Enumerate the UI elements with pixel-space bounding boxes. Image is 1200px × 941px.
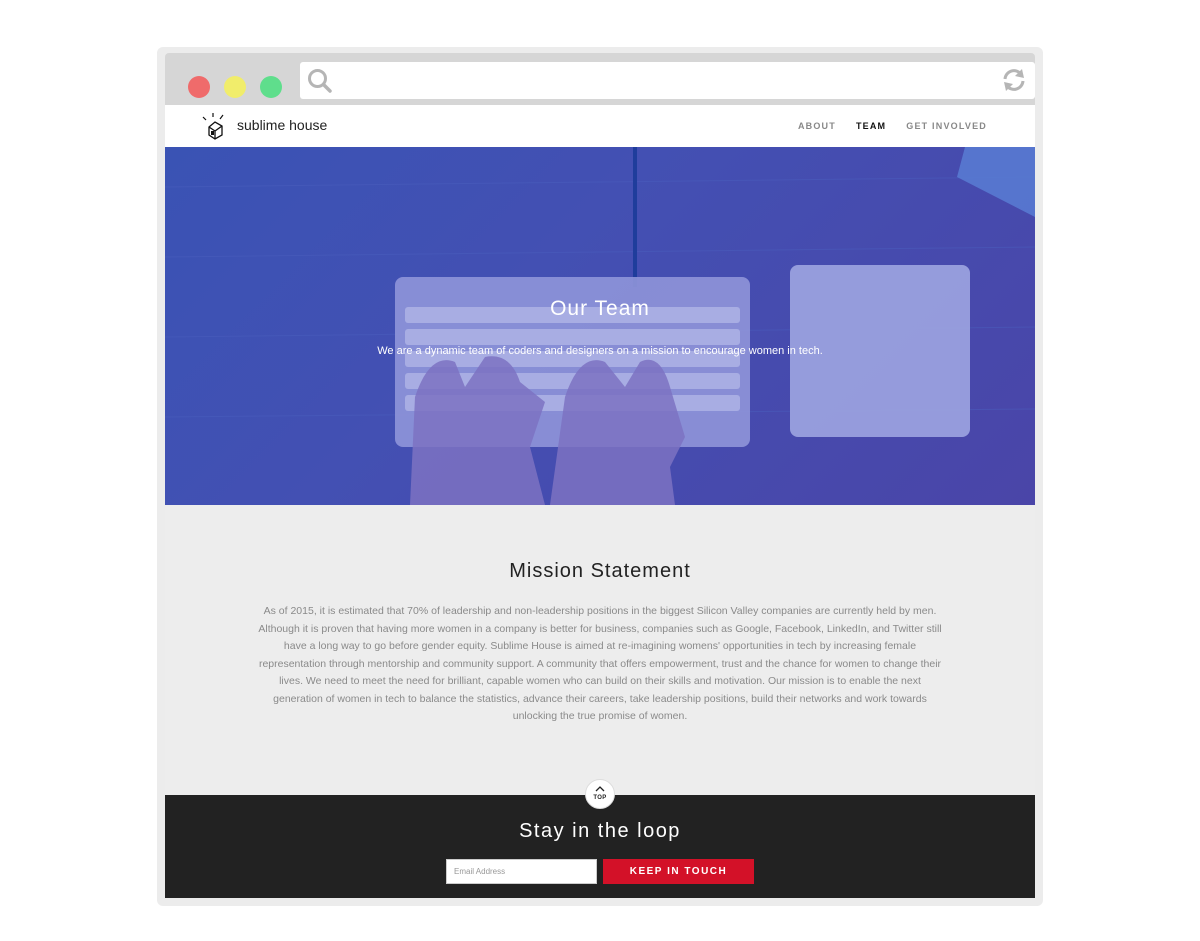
newsletter-footer: Stay in the loop KEEP IN TOUCH xyxy=(165,795,1035,898)
hero-title: Our Team xyxy=(550,297,650,320)
browser-toolbar xyxy=(165,53,1035,105)
hero-subtitle: We are a dynamic team of coders and desi… xyxy=(377,345,823,357)
mission-body: As of 2015, it is estimated that 70% of … xyxy=(258,605,942,722)
site-nav: sublime house ABOUT TEAM GET INVOLVED xyxy=(165,105,1035,147)
keep-in-touch-button[interactable]: KEEP IN TOUCH xyxy=(603,859,754,884)
hero-background-image xyxy=(165,147,1035,505)
minimize-dot[interactable] xyxy=(224,76,246,98)
chevron-up-icon xyxy=(595,786,605,792)
browser-window: sublime house ABOUT TEAM GET INVOLVED Ou… xyxy=(157,47,1043,906)
nav-link-get-involved[interactable]: GET INVOLVED xyxy=(906,121,987,131)
hero-banner: Our Team We are a dynamic team of coders… xyxy=(165,147,1035,505)
back-to-top-label: TOP xyxy=(593,795,607,801)
brand-name[interactable]: sublime house xyxy=(237,117,327,133)
website: sublime house ABOUT TEAM GET INVOLVED Ou… xyxy=(165,105,1035,898)
nav-link-team[interactable]: TEAM xyxy=(856,121,886,131)
back-to-top-button[interactable]: TOP xyxy=(585,779,615,809)
nav-links: ABOUT TEAM GET INVOLVED xyxy=(798,121,987,131)
nav-link-about[interactable]: ABOUT xyxy=(798,121,836,131)
close-dot[interactable] xyxy=(188,76,210,98)
reload-icon[interactable] xyxy=(1001,67,1027,93)
mission-title: Mission Statement xyxy=(509,560,691,582)
email-field[interactable] xyxy=(446,859,597,884)
house-logo-icon[interactable] xyxy=(201,112,233,140)
search-icon xyxy=(308,69,332,93)
footer-title: Stay in the loop xyxy=(519,820,681,842)
maximize-dot[interactable] xyxy=(260,76,282,98)
address-bar[interactable] xyxy=(300,62,1035,99)
